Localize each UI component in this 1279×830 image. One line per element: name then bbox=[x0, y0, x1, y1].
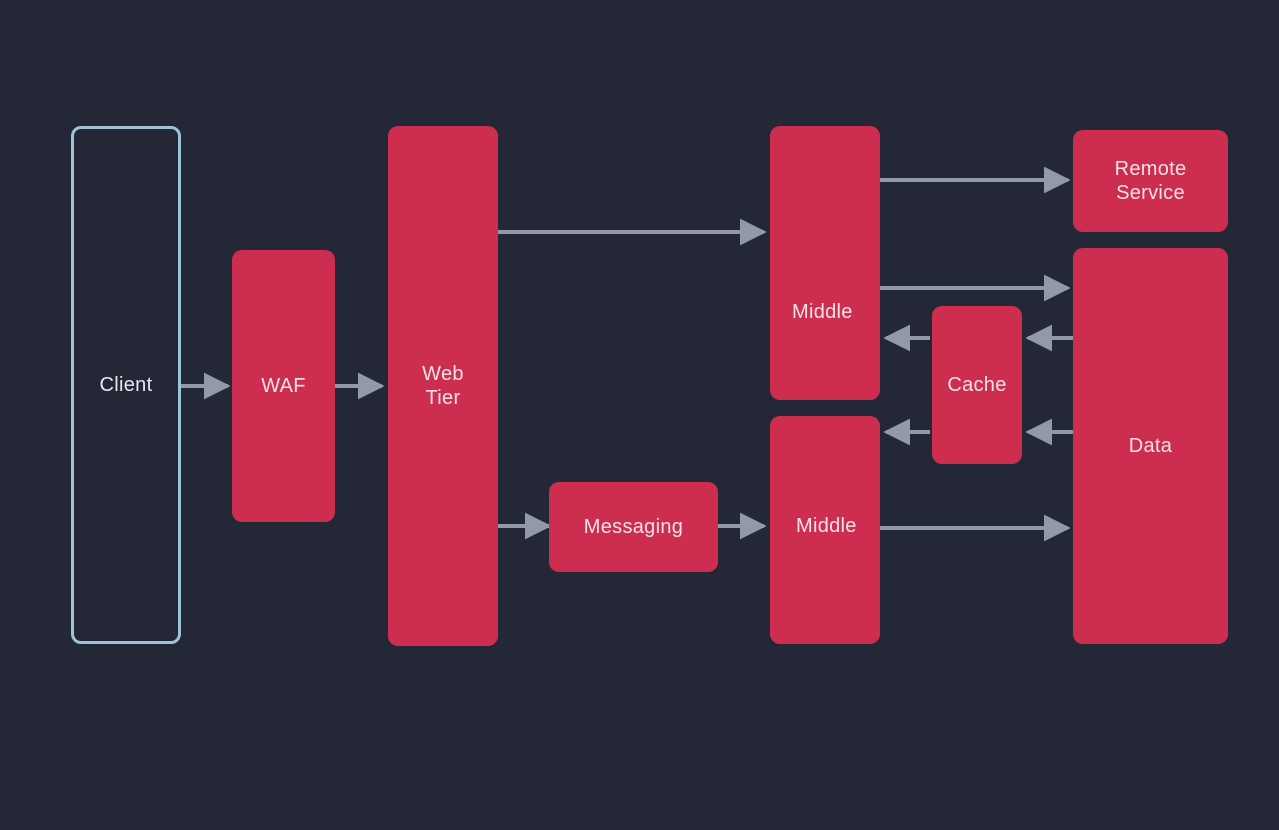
node-messaging: Messaging bbox=[549, 482, 718, 572]
node-data: Data bbox=[1073, 248, 1228, 644]
node-middle-bottom-label: Middle bbox=[796, 514, 857, 538]
node-waf: WAF bbox=[232, 250, 335, 522]
node-remote-service: Remote Service bbox=[1073, 130, 1228, 232]
node-middle-top-label: Middle bbox=[792, 300, 853, 324]
node-client: Client bbox=[71, 126, 181, 644]
node-web-tier-label: Web Tier bbox=[422, 362, 464, 410]
node-cache: Cache bbox=[932, 306, 1022, 464]
node-remote-service-label: Remote Service bbox=[1115, 157, 1187, 205]
node-waf-label: WAF bbox=[261, 374, 306, 398]
node-cache-label: Cache bbox=[947, 373, 1006, 397]
node-data-label: Data bbox=[1129, 434, 1172, 458]
node-messaging-label: Messaging bbox=[584, 515, 683, 539]
node-middle-bottom: Middle bbox=[770, 416, 880, 644]
node-middle-top: Middle bbox=[770, 126, 880, 400]
diagram-stage: Client WAF Web Tier Messaging Middle Mid… bbox=[0, 0, 1279, 830]
node-web-tier: Web Tier bbox=[388, 126, 498, 646]
node-client-label: Client bbox=[100, 373, 153, 397]
